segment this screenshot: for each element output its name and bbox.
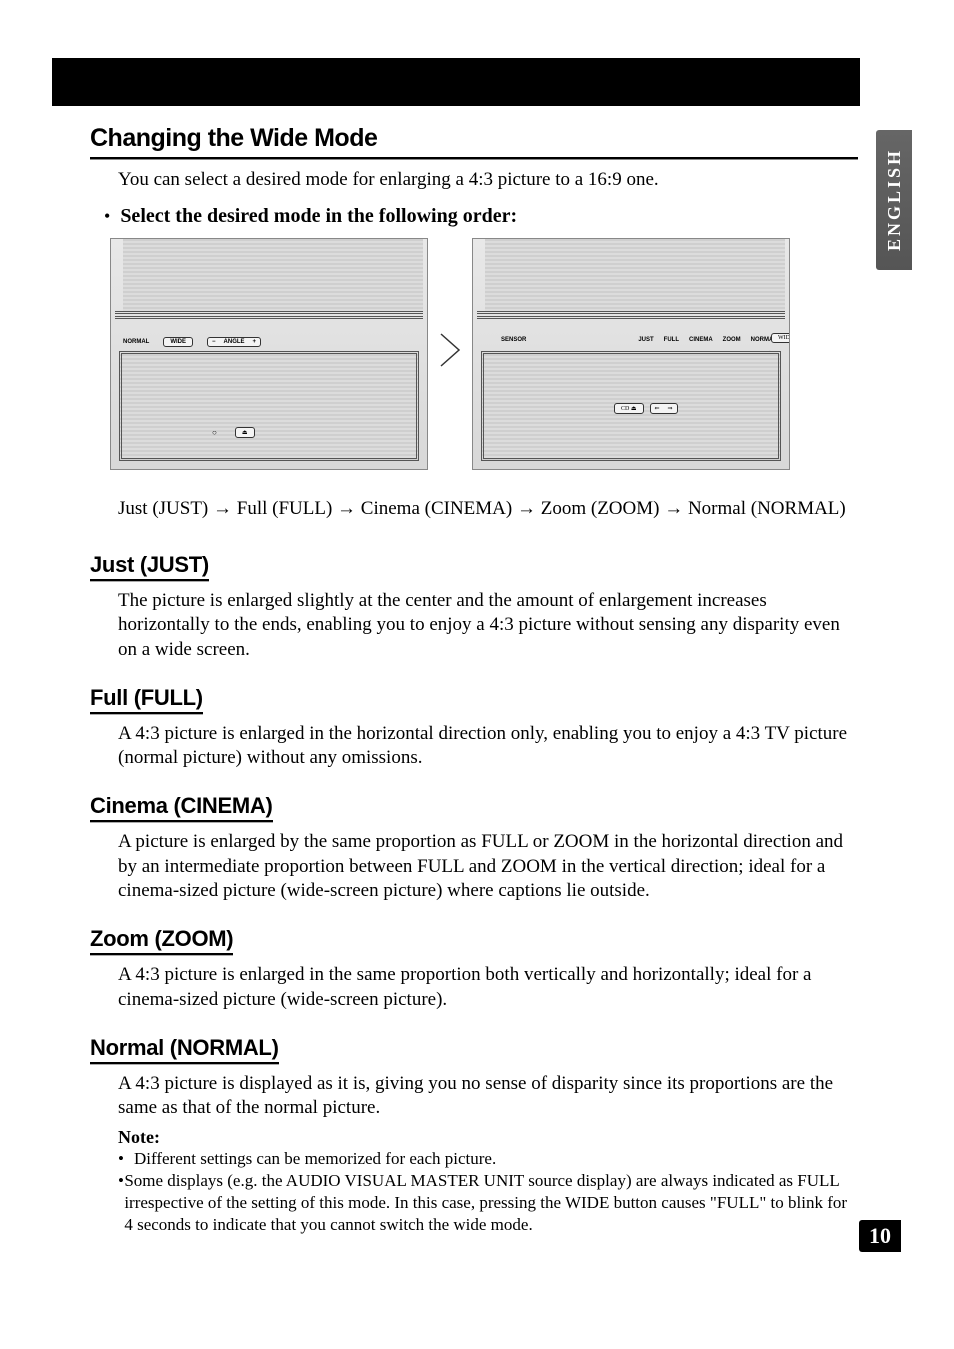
note-item: • Different settings can be memorized fo… [118, 1148, 858, 1170]
circle-icon: ○ [212, 428, 217, 437]
page-title: Changing the Wide Mode [90, 124, 858, 153]
section-cinema: Cinema (CINEMA) A picture is enlarged by… [90, 793, 858, 904]
wide-button-right: WID [771, 333, 790, 343]
nav-button-group: ⇐ ⇒ [650, 403, 678, 414]
angle-button-group: − ANGLE + [207, 337, 261, 347]
screen-area [123, 239, 423, 311]
mode-labels: JUST FULL CINEMA ZOOM NORMAL [638, 337, 777, 343]
body-full: A 4:3 picture is enlarged in the horizon… [118, 722, 858, 771]
section-normal: Normal (NORMAL) A 4:3 picture is display… [90, 1035, 858, 1237]
section-just: Just (JUST) The picture is enlarged slig… [90, 552, 858, 663]
normal-label: NORMAL [123, 339, 149, 345]
heading-zoom: Zoom (ZOOM) [90, 926, 233, 955]
section-full: Full (FULL) A 4:3 picture is enlarged in… [90, 685, 858, 771]
angle-label: ANGLE [222, 339, 247, 345]
eject-button: ⏏ [235, 427, 255, 438]
angle-minus: − [210, 339, 218, 345]
note-heading: Note: [118, 1127, 858, 1148]
bullet-icon: • [118, 1148, 134, 1170]
body-normal: A 4:3 picture is displayed as it is, giv… [118, 1072, 858, 1121]
diagram-left-unit: NORMAL WIDE − ANGLE + ○ ⏏ [110, 238, 428, 470]
diagram-row: NORMAL WIDE − ANGLE + ○ ⏏ SENSOR [110, 238, 858, 470]
body-just: The picture is enlarged slightly at the … [118, 589, 858, 663]
angle-plus: + [251, 339, 259, 345]
note-text-1: Different settings can be memorized for … [134, 1148, 496, 1170]
cd-eject-button: CD ⏏ [614, 403, 644, 414]
prev-icon: ⇐ [653, 405, 662, 412]
sensor-label: SENSOR [501, 337, 526, 343]
body-zoom: A 4:3 picture is enlarged in the same pr… [118, 963, 858, 1012]
instruction-bullet: • Select the desired mode in the followi… [104, 205, 858, 228]
heading-full: Full (FULL) [90, 685, 203, 714]
instruction-text: Select the desired mode in the following… [120, 205, 517, 228]
note-text-2: Some displays (e.g. the AUDIO VISUAL MAS… [124, 1170, 858, 1236]
frame-border [115, 311, 423, 319]
mode-full: FULL [664, 337, 679, 343]
arrow-right-icon [428, 332, 472, 376]
header-black-bar [52, 58, 860, 106]
page-number: 10 [859, 1220, 901, 1252]
lower-tray: ○ ⏏ [119, 351, 419, 461]
heading-just: Just (JUST) [90, 552, 209, 581]
heading-cinema: Cinema (CINEMA) [90, 793, 273, 822]
bullet-icon: • [104, 205, 110, 227]
wide-button: WIDE [163, 337, 193, 347]
note-list: • Different settings can be memorized fo… [118, 1148, 858, 1236]
bottom-buttons: CD ⏏ ⇐ ⇒ [614, 403, 678, 414]
next-icon: ⇒ [666, 405, 675, 412]
section-zoom: Zoom (ZOOM) A 4:3 picture is enlarged in… [90, 926, 858, 1012]
mode-zoom: ZOOM [723, 337, 741, 343]
mode-order-text: Just (JUST) → Full (FULL) → Cinema (CINE… [118, 496, 858, 522]
body-cinema: A picture is enlarged by the same propor… [118, 830, 858, 904]
heading-normal: Normal (NORMAL) [90, 1035, 279, 1064]
language-tab: ENGLISH [876, 130, 912, 270]
mode-just: JUST [638, 337, 653, 343]
title-underline [90, 157, 858, 159]
diagram-right-unit: SENSOR JUST FULL CINEMA ZOOM NORMAL WID … [472, 238, 790, 470]
lower-tray: CD ⏏ ⇐ ⇒ [481, 351, 781, 461]
left-panel-controls: NORMAL WIDE − ANGLE + [123, 337, 415, 347]
language-tab-label: ENGLISH [884, 148, 905, 251]
mode-cinema: CINEMA [689, 337, 713, 343]
screen-area [485, 239, 785, 311]
frame-border [477, 311, 785, 319]
intro-text: You can select a desired mode for enlarg… [118, 169, 858, 191]
note-item: • Some displays (e.g. the AUDIO VISUAL M… [118, 1170, 858, 1236]
